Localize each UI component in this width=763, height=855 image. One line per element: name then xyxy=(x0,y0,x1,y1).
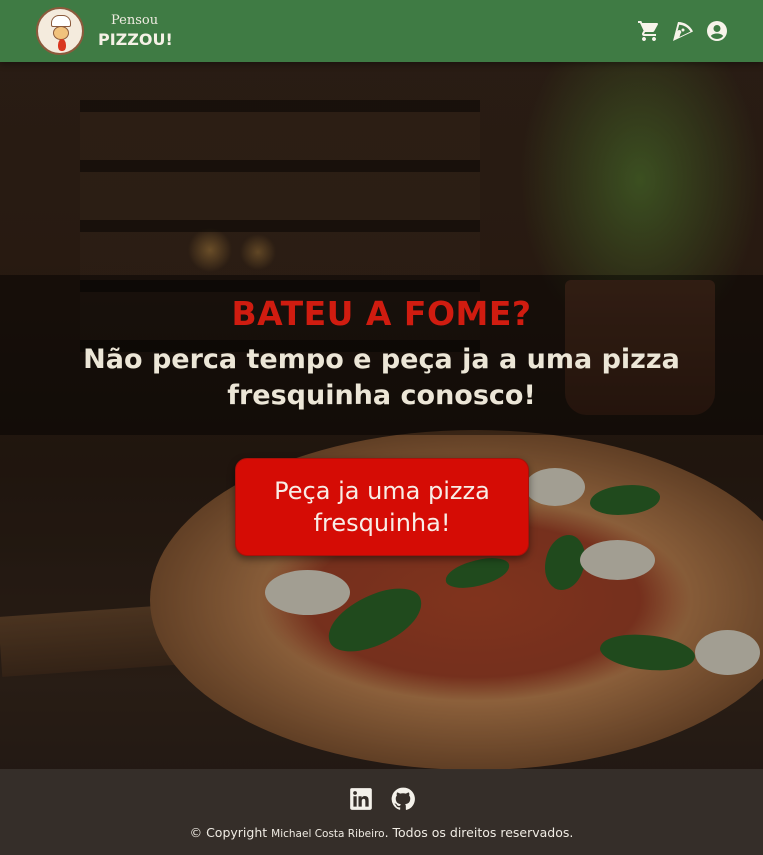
order-pizza-button[interactable]: Peça ja uma pizza fresquinha! xyxy=(235,458,529,556)
hero-subtitle: Não perca tempo e peça ja a uma pizza fr… xyxy=(83,344,680,411)
footer xyxy=(0,769,763,855)
user-icon[interactable] xyxy=(705,19,729,43)
github-icon[interactable] xyxy=(390,786,416,812)
copyright-suffix: . Todos os direitos reservados. xyxy=(384,825,574,840)
brand-name: Pensou PIZZOU! xyxy=(98,14,173,48)
hero-title: BATEU A FOME? xyxy=(231,294,532,333)
pizza-slice-icon[interactable] xyxy=(671,19,695,43)
copyright-text: © Copyright Michael Costa Ribeiro. Todos… xyxy=(0,825,763,840)
header-nav xyxy=(637,19,729,43)
copyright-prefix: © Copyright xyxy=(189,825,268,840)
top-navbar: Pensou PIZZOU! xyxy=(0,0,763,62)
chef-logo-icon xyxy=(36,7,84,55)
copyright-author: Michael Costa Ribeiro xyxy=(271,828,385,840)
social-links xyxy=(0,786,763,812)
brand-big-text: PIZZOU! xyxy=(98,30,173,49)
linkedin-icon[interactable] xyxy=(348,786,374,812)
brand-home-link[interactable]: Pensou PIZZOU! xyxy=(36,7,173,55)
cart-icon[interactable] xyxy=(637,19,661,43)
brand-small-text: Pensou xyxy=(111,13,159,28)
